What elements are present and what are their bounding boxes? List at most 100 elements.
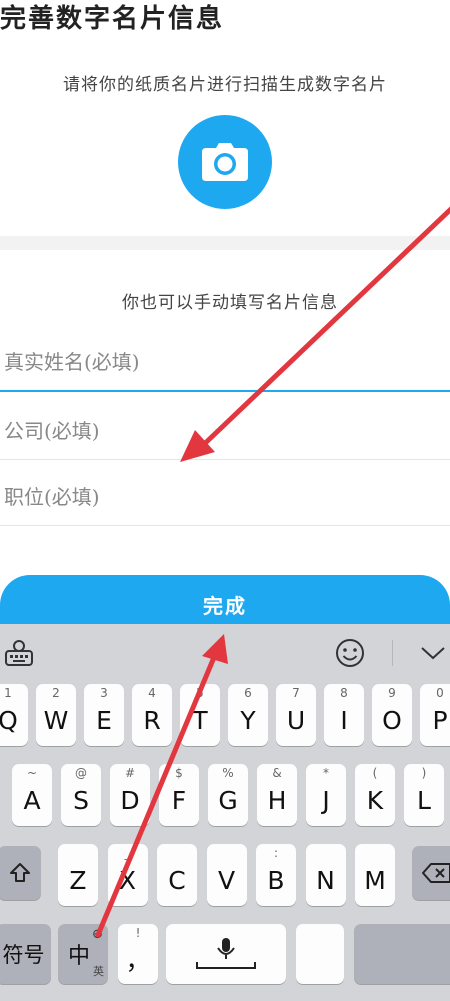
key-hint: (: [372, 766, 378, 780]
key-hint: &: [272, 766, 282, 780]
comma-key[interactable]: ! ，: [118, 924, 158, 984]
key-hint: :: [273, 846, 279, 860]
manual-hint: 你也可以手动填写名片信息: [122, 293, 338, 313]
key-label: Q: [0, 705, 18, 735]
key-l[interactable]: ) L: [404, 764, 444, 826]
key-label: C: [168, 865, 186, 895]
key-hint: ): [421, 766, 427, 780]
key-g[interactable]: % G: [208, 764, 248, 826]
key-label: M: [364, 865, 386, 895]
key-label: Z: [69, 865, 87, 895]
backspace-key[interactable]: [412, 846, 450, 900]
chevron-down-icon: [421, 647, 445, 660]
keyboard-settings-button[interactable]: [2, 636, 36, 670]
key-a[interactable]: ~ A: [12, 764, 52, 826]
key-hint: 0: [436, 686, 444, 700]
key-hint: 1: [4, 686, 12, 700]
key-v[interactable]: V: [206, 844, 247, 906]
key-x[interactable]: _ X: [107, 844, 148, 906]
key-label: Y: [240, 705, 256, 735]
key-hint: *: [323, 766, 329, 780]
key-label: E: [96, 705, 112, 735]
language-switch-key[interactable]: 中 ⊕ 英: [58, 924, 108, 984]
key-n[interactable]: N: [305, 844, 346, 906]
backspace-icon: [422, 863, 450, 883]
key-j[interactable]: * J: [306, 764, 346, 826]
key-hint: 9: [388, 686, 396, 700]
key-label: H: [267, 785, 287, 815]
language-label: 中: [67, 944, 90, 969]
key-y[interactable]: 6Y: [228, 684, 268, 746]
enter-key[interactable]: [354, 924, 450, 984]
company-input[interactable]: [0, 402, 450, 460]
key-p[interactable]: 0P: [420, 684, 450, 746]
key-label: O: [382, 705, 402, 735]
key-label: U: [286, 705, 306, 735]
keyboard-toolbar: [0, 624, 450, 682]
key-label: I: [340, 705, 348, 735]
key-label: G: [218, 785, 238, 815]
period-key[interactable]: [296, 924, 344, 984]
key-label: J: [322, 785, 330, 815]
key-label: L: [417, 785, 431, 815]
key-q[interactable]: 1Q: [0, 684, 28, 746]
key-label: T: [192, 705, 208, 735]
page-title: 完善数字名片信息: [0, 4, 225, 34]
key-z[interactable]: Z: [58, 844, 98, 906]
key-label: R: [143, 705, 161, 735]
key-hint: 5: [196, 686, 204, 700]
key-hint: 6: [244, 686, 252, 700]
globe-icon: ⊕: [92, 927, 103, 942]
camera-icon: [202, 143, 248, 181]
key-label: D: [120, 785, 140, 815]
key-label: B: [267, 865, 285, 895]
key-hint: #: [124, 766, 136, 780]
key-b[interactable]: :B: [256, 844, 296, 906]
key-e[interactable]: 3E: [84, 684, 124, 746]
key-label: N: [316, 865, 335, 895]
key-u[interactable]: 7U: [276, 684, 316, 746]
shift-icon: [9, 863, 30, 882]
section-divider: [0, 236, 450, 250]
key-label: A: [23, 785, 41, 815]
key-s[interactable]: @ S: [61, 764, 101, 826]
microphone-icon: [196, 938, 256, 969]
key-k[interactable]: (K: [355, 764, 395, 826]
manual-section: 你也可以手动填写名片信息: [0, 250, 450, 580]
key-h[interactable]: & H: [257, 764, 297, 826]
collapse-keyboard-button[interactable]: [418, 636, 448, 670]
key-m[interactable]: M: [355, 844, 395, 906]
toolbar-divider: [392, 640, 393, 666]
key-f[interactable]: $ F: [159, 764, 199, 826]
key-o[interactable]: 9O: [372, 684, 412, 746]
shift-key[interactable]: [0, 846, 41, 900]
space-key[interactable]: [166, 924, 286, 984]
key-hint: 4: [148, 686, 156, 700]
key-i[interactable]: 8I: [324, 684, 364, 746]
key-label: K: [366, 785, 384, 815]
camera-button[interactable]: [178, 115, 272, 209]
key-r[interactable]: 4R: [132, 684, 172, 746]
keyboard-settings-icon: [5, 640, 33, 666]
language-sub-label: 英: [93, 965, 104, 978]
key-hint: 2: [52, 686, 60, 700]
key-w[interactable]: 2W: [36, 684, 76, 746]
key-label: P: [432, 705, 448, 735]
emoji-button[interactable]: [332, 636, 368, 670]
key-c[interactable]: C: [157, 844, 197, 906]
key-d[interactable]: # D: [110, 764, 150, 826]
scan-section: 请将你的纸质名片进行扫描生成数字名片: [0, 40, 450, 236]
key-label: F: [171, 785, 187, 815]
position-input[interactable]: [0, 468, 450, 526]
key-label: X: [118, 865, 137, 895]
name-input[interactable]: [0, 334, 450, 392]
soft-keyboard: 1Q2W3E4R5T6Y7U8I9O0P ~ A @ S # D $ F% G & H * J(K) L …: [0, 624, 450, 1001]
emoji-icon: [336, 639, 364, 667]
scan-hint: 请将你的纸质名片进行扫描生成数字名片: [63, 75, 387, 95]
key-hint: ~: [26, 766, 38, 780]
symbols-key[interactable]: 符号: [0, 924, 51, 984]
key-t[interactable]: 5T: [180, 684, 220, 746]
key-hint: $: [175, 766, 183, 780]
key-hint: 7: [292, 686, 300, 700]
key-hint: 8: [340, 686, 348, 700]
